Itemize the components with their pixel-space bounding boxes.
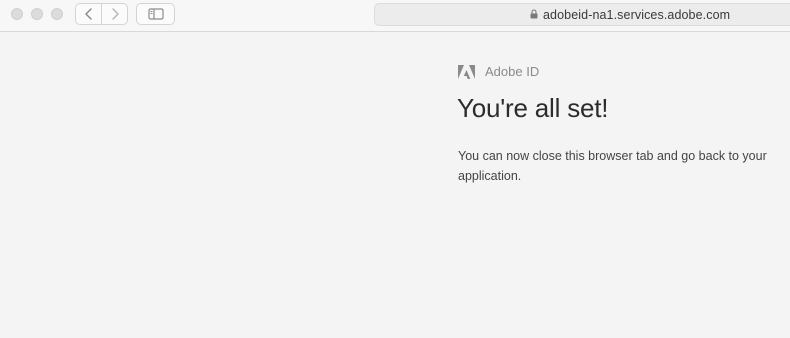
zoom-window-button[interactable]: [51, 8, 63, 20]
adobe-logo-icon: [458, 64, 475, 79]
navigation-buttons: [75, 3, 128, 25]
minimize-window-button[interactable]: [31, 8, 43, 20]
url-text: adobeid-na1.services.adobe.com: [543, 7, 731, 22]
page-title: You're all set!: [457, 93, 609, 123]
browser-toolbar: adobeid-na1.services.adobe.com: [0, 0, 790, 32]
address-bar[interactable]: adobeid-na1.services.adobe.com: [374, 3, 790, 26]
back-button[interactable]: [76, 4, 101, 24]
brand-header: Adobe ID: [458, 64, 539, 79]
forward-button[interactable]: [101, 4, 127, 24]
lock-icon: [530, 9, 538, 19]
chevron-right-icon: [111, 8, 119, 20]
sidebar-icon: [147, 8, 164, 20]
brand-name: Adobe ID: [485, 64, 540, 79]
page-content: Adobe ID You're all set! You can now clo…: [0, 33, 790, 338]
close-window-button[interactable]: [11, 8, 23, 20]
confirmation-message: You can now close this browser tab and g…: [458, 149, 767, 183]
browser-window: adobeid-na1.services.adobe.com Adobe ID …: [0, 0, 790, 338]
sidebar-toggle-button[interactable]: [136, 3, 175, 25]
chevron-left-icon: [84, 8, 92, 20]
